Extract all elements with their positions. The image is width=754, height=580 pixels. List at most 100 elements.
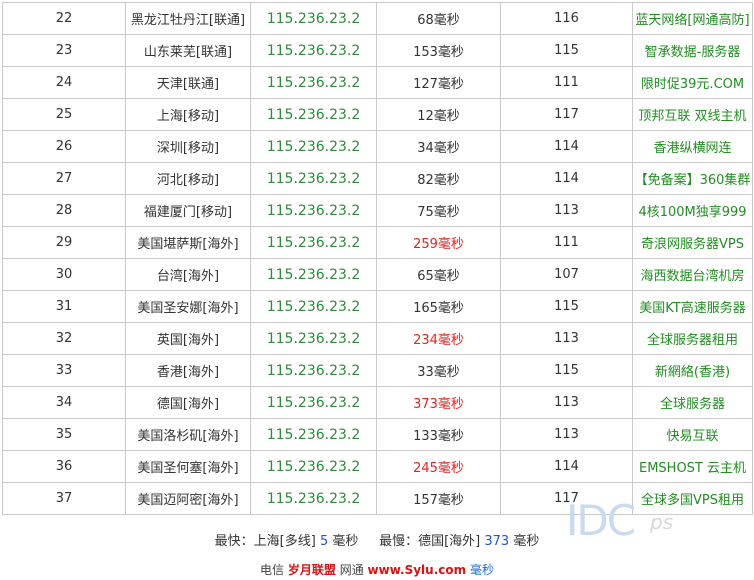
row-ip: 115.236.23.2 (250, 322, 377, 355)
row-latency: 245毫秒 (376, 450, 501, 483)
table-row: 26 深圳[移动] 115.236.23.2 34毫秒 114 香港纵横网连 (2, 130, 753, 163)
row-sponsor-link[interactable]: 快易互联 (632, 418, 753, 451)
row-latency: 373毫秒 (376, 386, 501, 419)
row-sponsor-link[interactable]: 奇浪网服务器VPS (632, 226, 753, 259)
row-latency: 157毫秒 (376, 482, 501, 515)
row-ttl: 113 (500, 386, 633, 419)
row-location: 美国圣安娜[海外] (125, 290, 251, 323)
row-index: 24 (2, 66, 126, 99)
row-sponsor-link[interactable]: 新網絡(香港) (632, 354, 753, 387)
row-sponsor-link[interactable]: 美国KT高速服务器 (632, 290, 753, 323)
row-ip: 115.236.23.2 (250, 482, 377, 515)
row-location: 河北[移动] (125, 162, 251, 195)
footer-line: 电信 岁月联盟 网通 www.Sylu.com 毫秒 (0, 561, 754, 578)
row-latency: 68毫秒 (376, 2, 501, 35)
slowest-unit: 毫秒 (513, 534, 540, 549)
row-index: 32 (2, 322, 126, 355)
row-location: 天津[联通] (125, 66, 251, 99)
row-latency: 75毫秒 (376, 194, 501, 227)
row-ip: 115.236.23.2 (250, 418, 377, 451)
row-location: 美国堪萨斯[海外] (125, 226, 251, 259)
row-location: 深圳[移动] (125, 130, 251, 163)
footer-brand[interactable]: 岁月联盟 (288, 563, 336, 577)
fastest-label: 最快： (214, 534, 254, 549)
table-row: 30 台湾[海外] 115.236.23.2 65毫秒 107 海西数据台湾机房 (2, 258, 753, 291)
row-ip: 115.236.23.2 (250, 130, 377, 163)
slowest-value: 373 (484, 534, 510, 549)
table-row: 23 山东莱芜[联通] 115.236.23.2 153毫秒 115 智承数据-服务器 (2, 34, 753, 67)
row-sponsor-link[interactable]: EMSHOST 云主机 (632, 450, 753, 483)
row-latency: 65毫秒 (376, 258, 501, 291)
row-ttl: 113 (500, 194, 633, 227)
row-ttl: 113 (500, 322, 633, 355)
table-row: 35 美国洛杉矶[海外] 115.236.23.2 133毫秒 113 快易互联 (2, 418, 753, 451)
row-index: 25 (2, 98, 126, 131)
row-latency: 127毫秒 (376, 66, 501, 99)
row-index: 23 (2, 34, 126, 67)
row-latency: 82毫秒 (376, 162, 501, 195)
row-ip: 115.236.23.2 (250, 66, 377, 99)
row-sponsor-link[interactable]: 香港纵横网连 (632, 130, 753, 163)
row-ip: 115.236.23.2 (250, 194, 377, 227)
row-sponsor-link[interactable]: 全球服务器租用 (632, 322, 753, 355)
table-row: 34 德国[海外] 115.236.23.2 373毫秒 113 全球服务器 (2, 386, 753, 419)
row-location: 香港[海外] (125, 354, 251, 387)
row-latency: 133毫秒 (376, 418, 501, 451)
row-index: 27 (2, 162, 126, 195)
fastest-value: 5 (319, 534, 329, 549)
ping-results-body: 22 黑龙江牡丹江[联通] 115.236.23.2 68毫秒 116 蓝天网络[网通高防… (2, 2, 753, 515)
row-ip: 115.236.23.2 (250, 258, 377, 291)
row-ttl: 115 (500, 34, 633, 67)
row-sponsor-link[interactable]: 智承数据-服务器 (632, 34, 753, 67)
row-index: 34 (2, 386, 126, 419)
row-location: 台湾[海外] (125, 258, 251, 291)
table-row: 22 黑龙江牡丹江[联通] 115.236.23.2 68毫秒 116 蓝天网络[网通高防… (2, 2, 753, 35)
row-ttl: 107 (500, 258, 633, 291)
row-location: 英国[海外] (125, 322, 251, 355)
ping-results-table: 22 黑龙江牡丹江[联通] 115.236.23.2 68毫秒 116 蓝天网络[网通高防… (2, 2, 753, 515)
table-row: 28 福建厦门[移动] 115.236.23.2 75毫秒 113 4核100M独享999 (2, 194, 753, 227)
row-ip: 115.236.23.2 (250, 162, 377, 195)
row-index: 29 (2, 226, 126, 259)
row-ttl: 114 (500, 130, 633, 163)
row-index: 33 (2, 354, 126, 387)
row-location: 黑龙江牡丹江[联通] (125, 2, 251, 35)
row-sponsor-link[interactable]: 全球服务器 (632, 386, 753, 419)
table-row: 36 美国圣何塞[海外] 115.236.23.2 245毫秒 114 EMSHOST 云… (2, 450, 753, 483)
row-location: 山东莱芜[联通] (125, 34, 251, 67)
row-ip: 115.236.23.2 (250, 354, 377, 387)
row-ttl: 115 (500, 354, 633, 387)
row-ttl: 114 (500, 450, 633, 483)
row-location: 美国洛杉矶[海外] (125, 418, 251, 451)
footer-site-link[interactable]: www.Sylu.com (368, 563, 467, 577)
row-index: 37 (2, 482, 126, 515)
row-sponsor-link[interactable]: 海西数据台湾机房 (632, 258, 753, 291)
row-sponsor-link[interactable]: 4核100M独享999 (632, 194, 753, 227)
row-location: 福建厦门[移动] (125, 194, 251, 227)
table-row: 33 香港[海外] 115.236.23.2 33毫秒 115 新網絡(香港) (2, 354, 753, 387)
row-ip: 115.236.23.2 (250, 450, 377, 483)
row-latency: 165毫秒 (376, 290, 501, 323)
row-sponsor-link[interactable]: 【免备案】360集群 (632, 162, 753, 195)
row-index: 22 (2, 2, 126, 35)
row-latency: 234毫秒 (376, 322, 501, 355)
row-location: 德国[海外] (125, 386, 251, 419)
row-latency: 259毫秒 (376, 226, 501, 259)
row-ip: 115.236.23.2 (250, 98, 377, 131)
row-ttl: 115 (500, 290, 633, 323)
row-index: 26 (2, 130, 126, 163)
row-sponsor-link[interactable]: 限时促39元.COM (632, 66, 753, 99)
row-sponsor-link[interactable]: 蓝天网络[网通高防] (632, 2, 753, 35)
row-location: 美国圣何塞[海外] (125, 450, 251, 483)
row-ttl: 111 (500, 66, 633, 99)
row-ttl: 113 (500, 418, 633, 451)
row-location: 美国迈阿密[海外] (125, 482, 251, 515)
table-row: 25 上海[移动] 115.236.23.2 12毫秒 117 顶邦互联 双线主机 (2, 98, 753, 131)
row-index: 35 (2, 418, 126, 451)
row-sponsor-link[interactable]: 顶邦互联 双线主机 (632, 98, 753, 131)
footer-netcom: 网通 (339, 563, 364, 577)
table-row: 29 美国堪萨斯[海外] 115.236.23.2 259毫秒 111 奇浪网服务器VPS (2, 226, 753, 259)
table-row: 32 英国[海外] 115.236.23.2 234毫秒 113 全球服务器租用 (2, 322, 753, 355)
row-latency: 153毫秒 (376, 34, 501, 67)
table-row: 27 河北[移动] 115.236.23.2 82毫秒 114 【免备案】360集群 (2, 162, 753, 195)
